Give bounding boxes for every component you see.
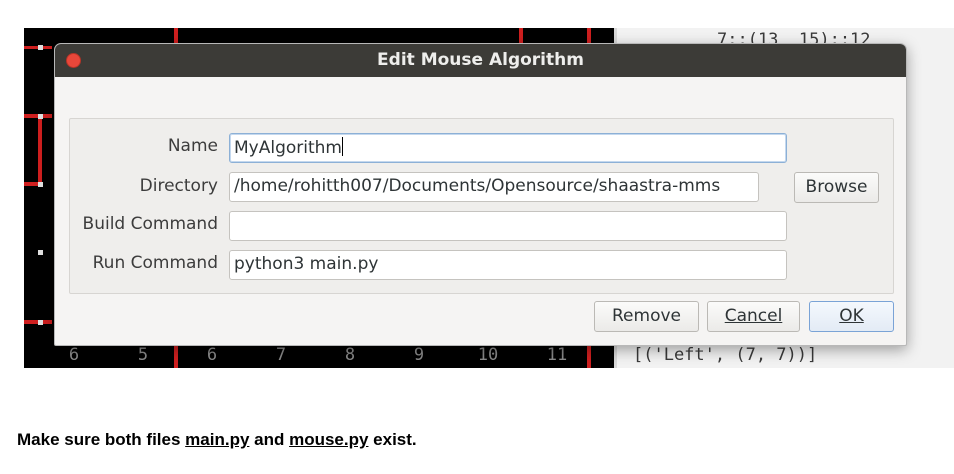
maze-number: 9: [413, 345, 425, 365]
directory-label: Directory: [139, 176, 218, 196]
maze-post: [38, 320, 43, 325]
maze-wall: [587, 28, 591, 44]
form-group: Name MyAlgorithm Directory /home/rohitth…: [69, 118, 894, 294]
maze-number: 6: [206, 345, 218, 365]
maze-number: 8: [344, 345, 356, 365]
console-line: [('Left', (7, 7))]: [633, 345, 818, 365]
dialog-title: Edit Mouse Algorithm: [377, 50, 584, 70]
run-command-value: python3 main.py: [234, 254, 379, 274]
maze-number: 6: [68, 345, 80, 365]
name-value: MyAlgorithm: [234, 138, 342, 158]
name-label: Name: [167, 136, 218, 156]
run-command-label: Run Command: [92, 253, 218, 273]
dialog-titlebar: Edit Mouse Algorithm: [55, 44, 906, 77]
directory-field[interactable]: /home/rohitth007/Documents/Opensource/sh…: [229, 172, 759, 202]
name-field[interactable]: MyAlgorithm: [229, 133, 787, 163]
run-command-field[interactable]: python3 main.py: [229, 250, 787, 280]
maze-wall: [519, 28, 523, 44]
caption-prefix: Make sure both files: [17, 430, 186, 449]
maze-number: 7: [275, 345, 287, 365]
maze-wall: [38, 114, 42, 184]
directory-value: /home/rohitth007/Documents/Opensource/sh…: [234, 176, 721, 196]
ok-button[interactable]: OK: [809, 301, 894, 332]
maze-post: [38, 182, 43, 187]
browse-button[interactable]: Browse: [794, 172, 879, 203]
maze-post: [38, 45, 43, 50]
maze-number: 10: [477, 345, 499, 365]
caption-text: Make sure both files main.py and mouse.p…: [17, 430, 417, 450]
maze-wall: [174, 28, 178, 44]
maze-number: 5: [137, 345, 149, 365]
maze-number: 11: [546, 345, 568, 365]
build-command-field[interactable]: [229, 211, 787, 241]
text-caret: [342, 137, 343, 156]
caption-suffix: exist.: [368, 430, 417, 449]
mouse-py-filename: mouse.py: [289, 430, 369, 449]
maze-post: [38, 250, 43, 255]
cancel-button[interactable]: Cancel: [707, 301, 800, 332]
main-py-filename: main.py: [185, 430, 250, 449]
maze-column-numbers: 6 5 6 7 8 9 10 11: [24, 343, 614, 368]
remove-button[interactable]: Remove: [594, 301, 699, 332]
maze-post: [38, 114, 43, 119]
build-command-label: Build Command: [82, 214, 218, 234]
edit-mouse-algorithm-dialog: Edit Mouse Algorithm Name MyAlgorithm Di…: [54, 43, 907, 346]
caption-middle: and: [249, 430, 290, 449]
